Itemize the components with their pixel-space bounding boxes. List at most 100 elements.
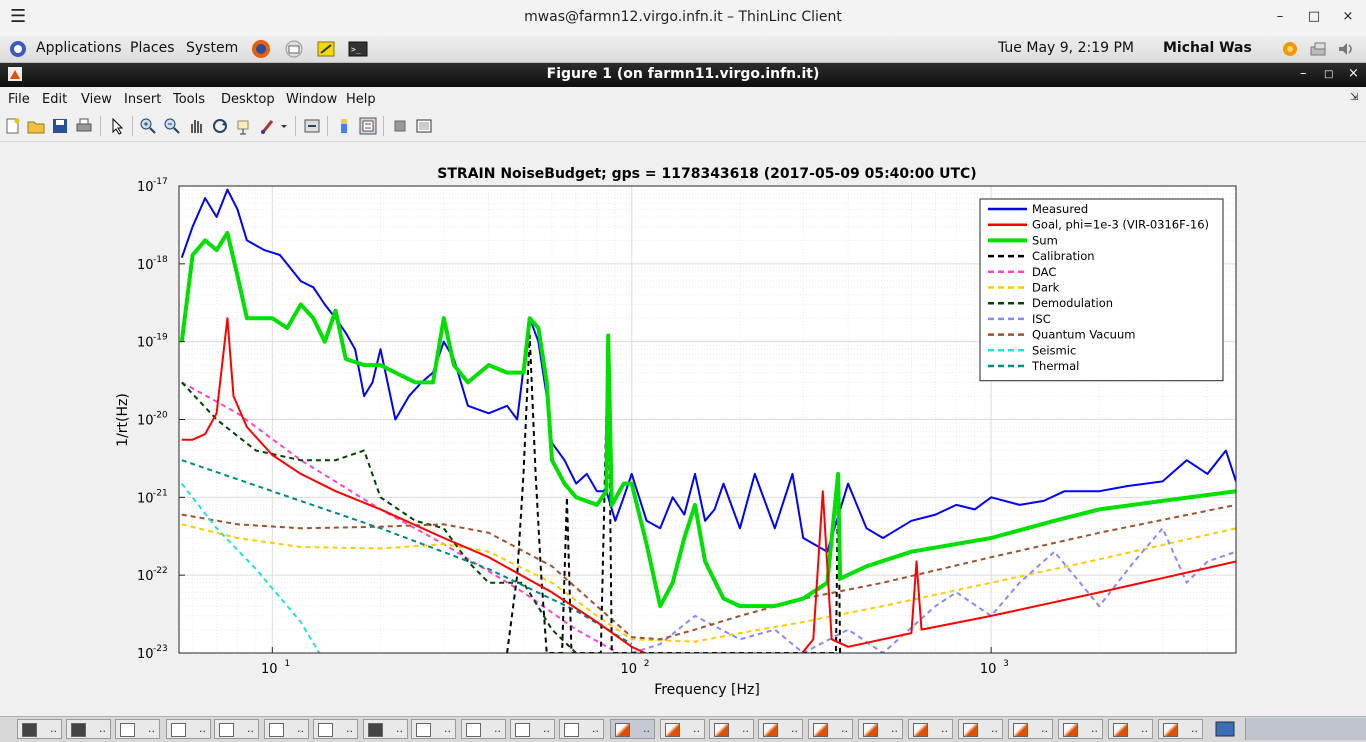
- menu-file[interactable]: File: [8, 92, 30, 107]
- y-tick-exponent: -19: [153, 333, 168, 343]
- hide-plot-tools-icon[interactable]: [391, 117, 409, 135]
- minimize-button[interactable]: –: [1272, 9, 1288, 25]
- taskbar-window-button[interactable]: ..: [461, 719, 506, 739]
- window-icon: [219, 723, 234, 737]
- y-tick-exponent: -23: [153, 644, 168, 654]
- taskbar-window-button[interactable]: ..: [115, 719, 160, 739]
- legend-entry: Measured: [1032, 202, 1088, 216]
- plot-legend[interactable]: Measured Goal, phi=1e-3 (VIR-0316F-16)Sum…: [979, 198, 1224, 382]
- workspace-pager[interactable]: [1245, 718, 1366, 740]
- taskbar-button-label: ..: [1091, 722, 1098, 735]
- taskbar-window-button[interactable]: ..: [313, 719, 358, 739]
- gnome-foot-icon[interactable]: [8, 39, 28, 59]
- taskbar-window-button[interactable]: ..: [858, 719, 903, 739]
- taskbar-window-button[interactable]: ..: [1158, 719, 1203, 739]
- brush-icon[interactable]: [259, 117, 277, 135]
- print-icon[interactable]: [75, 117, 93, 135]
- window-icon: [120, 723, 135, 737]
- dock-arrow-icon[interactable]: ⇲: [1350, 92, 1358, 103]
- taskbar-window-button[interactable]: ..: [808, 719, 853, 739]
- workspace-switcher-icon[interactable]: [1215, 720, 1235, 738]
- y-tick-exponent: -22: [153, 566, 168, 576]
- clock[interactable]: Tue May 9, 2:19 PM: [998, 40, 1134, 56]
- rotate-3d-icon[interactable]: [211, 117, 229, 135]
- new-file-icon[interactable]: [4, 117, 22, 135]
- figure-close-button[interactable]: ×: [1348, 66, 1359, 81]
- taskbar-window-button[interactable]: ..: [510, 719, 555, 739]
- taskbar-window-button[interactable]: ..: [610, 719, 655, 739]
- show-plot-tools-icon[interactable]: [415, 117, 433, 135]
- data-cursor-icon[interactable]: [235, 117, 253, 135]
- window-icon: [171, 723, 186, 737]
- x-tick-label: 10: [980, 662, 997, 677]
- volume-icon[interactable]: [1336, 39, 1356, 59]
- save-icon[interactable]: [51, 117, 69, 135]
- figure-minimize-button[interactable]: –: [1300, 66, 1307, 81]
- legend-icon[interactable]: [359, 117, 377, 135]
- taskbar-window-button[interactable]: ..: [363, 719, 408, 739]
- menu-view[interactable]: View: [81, 92, 112, 107]
- menu-tools[interactable]: Tools: [173, 92, 205, 107]
- system-menu[interactable]: System: [186, 40, 238, 56]
- maximize-button[interactable]: □: [1306, 9, 1322, 25]
- colorbar-icon[interactable]: [335, 117, 353, 135]
- taskbar-button-label: ..: [693, 722, 700, 735]
- zoom-out-icon[interactable]: [163, 117, 181, 135]
- taskbar-window-button[interactable]: ..: [264, 719, 309, 739]
- taskbar-window-button[interactable]: ..: [559, 719, 604, 739]
- window-icon: [269, 723, 284, 737]
- taskbar-window-button[interactable]: ..: [709, 719, 754, 739]
- brush-dropdown-icon[interactable]: [279, 117, 289, 135]
- text-editor-icon[interactable]: [316, 39, 336, 59]
- menu-help[interactable]: Help: [346, 92, 376, 107]
- terminal-icon: [22, 723, 37, 737]
- y-tick-label: 10: [137, 414, 154, 429]
- taskbar-window-button[interactable]: ..: [660, 719, 705, 739]
- noise-budget-plot[interactable]: 10 1 10 2 10 310 -1710 -1810 -1910 -2010 -2110 -221…: [0, 142, 1366, 715]
- window-icon: [515, 723, 530, 737]
- taskbar-button-label: ..: [50, 722, 57, 735]
- matlab-figure-icon: [1013, 723, 1028, 737]
- figure-maximize-button[interactable]: □: [1324, 69, 1333, 80]
- y-tick-label: 10: [137, 569, 154, 584]
- window-icon: [564, 723, 579, 737]
- link-plot-icon[interactable]: [303, 117, 321, 135]
- zoom-in-icon[interactable]: [139, 117, 157, 135]
- firefox-icon[interactable]: [251, 39, 271, 59]
- taskbar-window-button[interactable]: ..: [411, 719, 456, 739]
- taskbar-window-button[interactable]: ..: [758, 719, 803, 739]
- close-button[interactable]: ×: [1340, 9, 1356, 25]
- taskbar-window-button[interactable]: ..: [214, 719, 259, 739]
- applications-menu[interactable]: Applications: [36, 40, 122, 56]
- taskbar-window-button[interactable]: ..: [1008, 719, 1053, 739]
- places-menu[interactable]: Places: [130, 40, 175, 56]
- user-name[interactable]: Michal Was: [1163, 40, 1252, 56]
- open-folder-icon[interactable]: [27, 117, 45, 135]
- email-icon[interactable]: [284, 39, 304, 59]
- select-arrow-icon[interactable]: [108, 117, 126, 135]
- menu-desktop[interactable]: Desktop: [221, 92, 275, 107]
- update-notifier-icon[interactable]: [1280, 39, 1300, 59]
- pan-hand-icon[interactable]: [187, 117, 205, 135]
- taskbar-window-button[interactable]: ..: [1058, 719, 1103, 739]
- taskbar-button-label: ..: [941, 722, 948, 735]
- menu-edit[interactable]: Edit: [42, 92, 67, 107]
- matlab-figure-icon: [913, 723, 928, 737]
- taskbar-button-label: ..: [297, 722, 304, 735]
- y-tick-exponent: -18: [153, 255, 168, 265]
- taskbar-window-button[interactable]: ..: [17, 719, 62, 739]
- taskbar-button-label: ..: [199, 722, 206, 735]
- figure-canvas[interactable]: 10 1 10 2 10 3 10 -17 10 -18 10 -19 10 -20 10 -21 10 -22 1…: [0, 142, 1366, 715]
- menu-insert[interactable]: Insert: [124, 92, 161, 107]
- network-icon[interactable]: [1309, 39, 1329, 59]
- y-tick-label: 10: [137, 336, 154, 351]
- taskbar-button-label: ..: [543, 722, 550, 735]
- taskbar-window-button[interactable]: ..: [1108, 719, 1153, 739]
- terminal-icon[interactable]: >_: [348, 39, 368, 59]
- taskbar-button-label: ..: [247, 722, 254, 735]
- menu-window[interactable]: Window: [286, 92, 337, 107]
- taskbar-window-button[interactable]: ..: [66, 719, 111, 739]
- taskbar-window-button[interactable]: ..: [908, 719, 953, 739]
- taskbar-window-button[interactable]: ..: [166, 719, 211, 739]
- taskbar-window-button[interactable]: ..: [958, 719, 1003, 739]
